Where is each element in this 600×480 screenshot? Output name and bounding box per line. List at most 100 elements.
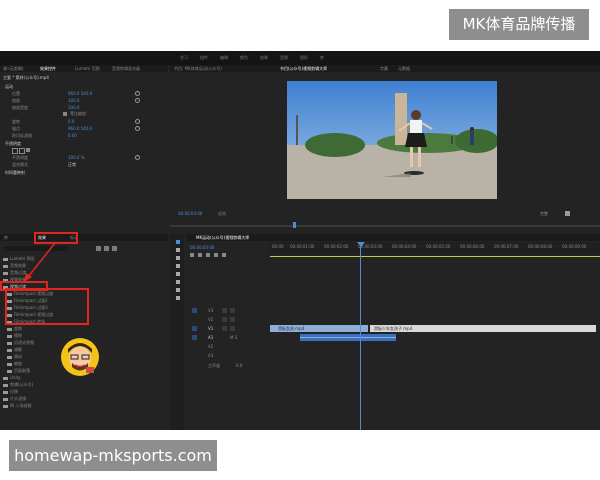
prop-value[interactable]: 0.0 (68, 119, 74, 124)
tab-program-active[interactable]: 节目(公众号)视频剪辑大师 (280, 66, 327, 72)
ruler-label: 00:00 (272, 244, 284, 249)
pen-tool-icon[interactable] (176, 280, 180, 284)
workspace-tab[interactable]: 颜色 (240, 55, 248, 61)
workspace-tab[interactable]: 效果 (260, 55, 268, 61)
site-url-watermark: homewap-mksports.com (9, 440, 217, 471)
effects-tree-item[interactable]: 缩放 (7, 361, 22, 367)
workspace-tab[interactable]: 组件 (200, 55, 208, 61)
ruler-label: 00:00:08:00 (528, 244, 553, 249)
prop-value[interactable]: 100.0 (68, 98, 79, 103)
mute-solo[interactable]: M S (230, 335, 237, 340)
effects-tree-item[interactable]: 溶解 (7, 347, 22, 353)
tab-audio-mixer[interactable]: 音频剪辑混合器 (112, 66, 140, 72)
track-eye-icon[interactable] (230, 317, 235, 322)
track-lock-icon[interactable] (222, 326, 227, 331)
playhead-marker[interactable] (293, 222, 296, 228)
effects-panel: 库 效果 标记 Lumetri 预设 音频效果 音频过渡 视频效果 视频过渡 F… (0, 232, 168, 430)
workspace-tab[interactable]: 学习 (180, 55, 188, 61)
timeline-panel: MK运动(公众号)视频剪辑大师 00:00:03:06 00:00 00:00:… (186, 234, 600, 430)
effects-tree-item[interactable]: 片头滤镜 (3, 396, 26, 402)
tab-metadata[interactable]: 元数据 (398, 66, 410, 72)
prop-value[interactable]: 960.0 540.0 (68, 91, 92, 96)
effects-tree-item[interactable]: IN 入场滤镜 (3, 403, 31, 409)
yuv-icon[interactable] (112, 246, 117, 251)
effects-tree-item[interactable]: 位移 (3, 389, 18, 395)
accelerated-icon[interactable] (96, 246, 101, 251)
track-lock-icon[interactable] (222, 308, 227, 313)
selection-tool-icon[interactable] (176, 240, 180, 244)
video-frame[interactable] (287, 81, 497, 199)
slip-tool-icon[interactable] (176, 272, 180, 276)
nest-icon[interactable] (190, 253, 194, 257)
program-timecode[interactable]: 00:00:03:06 (178, 211, 202, 216)
effects-tree-item[interactable]: Unity (3, 375, 21, 380)
workspace-tab[interactable]: 库 (320, 55, 324, 61)
audio-clip[interactable] (300, 334, 396, 341)
quality-dropdown[interactable]: 完整 (540, 211, 548, 217)
video-clip[interactable]: 滑板女孩.mp4 (270, 325, 368, 332)
tab-lumetri[interactable]: Lumetri 范围 (75, 66, 100, 72)
prop-label: 防闪烁滤镜 (12, 133, 32, 138)
hand-tool-icon[interactable] (176, 288, 180, 292)
ripple-tool-icon[interactable] (176, 256, 180, 260)
effects-tree-item[interactable]: 变换 (7, 326, 22, 332)
keyframe-area[interactable] (120, 75, 166, 175)
work-area-bar[interactable] (270, 256, 600, 257)
tab-source[interactable]: 源:(无剪辑) (3, 66, 23, 72)
snap-icon[interactable] (198, 253, 202, 257)
track-select-tool-icon[interactable] (176, 248, 180, 252)
track-eye-icon[interactable] (230, 326, 235, 331)
workspace-tab[interactable]: 编辑 (220, 55, 228, 61)
tab-sequence[interactable]: MK运动(公众号)视频剪辑大师 (196, 235, 249, 241)
wrench-icon[interactable] (565, 211, 570, 216)
tab-effect-controls[interactable]: 效果控件 (40, 66, 56, 72)
playhead[interactable] (360, 242, 361, 430)
timeline-timecode[interactable]: 00:00:03:06 (190, 245, 214, 250)
uniform-scale-checkbox[interactable] (63, 112, 67, 116)
linked-selection-icon[interactable] (206, 253, 210, 257)
effects-tree-item[interactable]: 滑动 (7, 354, 22, 360)
source-patch-a1[interactable] (192, 335, 197, 340)
panel-tab-bar: 源:(无剪辑) 效果控件 Lumetri 范围 音频剪辑混合器 (0, 65, 168, 72)
effects-tree-item[interactable]: 擦除 (7, 333, 22, 339)
tab-library[interactable]: 库 (4, 235, 8, 241)
workspace-tab[interactable]: 音频 (280, 55, 288, 61)
monitor-scrubber[interactable] (170, 225, 600, 227)
fit-dropdown[interactable]: 适合 (218, 211, 226, 217)
section-opacity: 不透明度 (5, 141, 21, 146)
time-ruler[interactable]: 00:00 00:00:01:00 00:00:02:00 00:00:03:0… (270, 242, 600, 254)
prop-value[interactable]: 0.00 (68, 133, 77, 138)
video-frame-image (287, 81, 497, 199)
master-track-value[interactable]: 0.0 (236, 363, 242, 368)
brand-watermark: MK体育品牌传播 (449, 9, 589, 40)
prop-value[interactable]: 100.0 % (68, 155, 85, 160)
effects-tree-item[interactable]: 页面剥落 (7, 368, 30, 374)
prop-label: 缩放宽度 (12, 105, 28, 110)
mask-rect-icon[interactable] (19, 148, 25, 154)
prop-value[interactable]: 960.0 540.0 (68, 126, 92, 131)
effects-tree-item[interactable]: 沉浸式视频 (7, 340, 34, 346)
razor-tool-icon[interactable] (176, 264, 180, 268)
tools-panel (170, 234, 184, 430)
effects-tree-item[interactable]: 剪辑(公众号) (3, 382, 33, 388)
tab-program[interactable]: 节目: MK体育运动(公众号) (174, 66, 222, 72)
add-marker-icon[interactable] (214, 253, 218, 257)
track-lock-icon[interactable] (222, 317, 227, 322)
playhead-handle[interactable] (357, 242, 365, 247)
blend-mode-select[interactable]: 正常 (68, 162, 76, 168)
track-eye-icon[interactable] (230, 308, 235, 313)
prop-value[interactable]: 100.0 (68, 105, 79, 110)
video-clip[interactable]: 滑板少年女孩子.mp4 (370, 325, 596, 332)
monitor-tab-bar: 节目: MK体育运动(公众号) 节目(公众号)视频剪辑大师 字幕 元数据 (170, 65, 600, 72)
type-tool-icon[interactable] (176, 296, 180, 300)
pen-icon[interactable] (26, 148, 30, 152)
prop-label: 旋转 (12, 119, 20, 124)
prop-label: 位置 (12, 91, 20, 96)
tab-captions[interactable]: 字幕 (380, 66, 388, 72)
timeline-settings-icon[interactable] (222, 253, 226, 257)
mask-ellipse-icon[interactable] (12, 148, 18, 154)
source-patch-v1[interactable] (192, 326, 197, 331)
track-name-v1: V1 (208, 326, 214, 331)
32bit-icon[interactable] (104, 246, 109, 251)
workspace-tab[interactable]: 图形 (300, 55, 308, 61)
